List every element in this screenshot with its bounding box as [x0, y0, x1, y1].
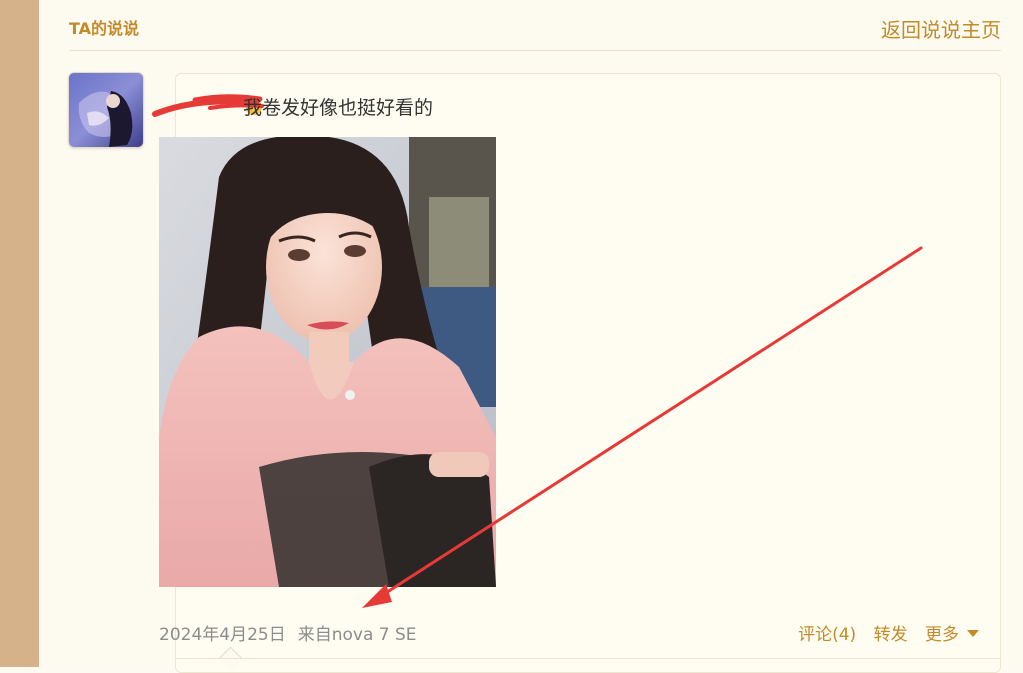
post-source-device: 来自nova 7 SE [297, 625, 417, 645]
post-meta: 2024年4月25日 来自nova 7 SE [159, 620, 417, 645]
avatar[interactable] [69, 73, 143, 147]
post-text: 我卷发好像也挺好看的 [243, 97, 434, 119]
post-date: 2024年4月25日 [159, 625, 286, 645]
page-header: TA的说说 返回说说主页 [69, 14, 1001, 51]
comment-divider [176, 658, 1000, 659]
post-photo[interactable] [159, 137, 496, 587]
left-sidebar-strip [0, 0, 39, 667]
more-label: 更多 [925, 625, 959, 645]
page-title: TA的说说 [69, 19, 140, 38]
comment-button[interactable]: 评论(4) [798, 625, 856, 645]
repost-button[interactable]: 转发 [874, 625, 908, 645]
back-to-shuoshuo-home-link[interactable]: 返回说说主页 [881, 14, 1001, 43]
caret-down-icon [967, 630, 979, 637]
post-actions: 评论(4) 转发 更多 [798, 620, 979, 645]
more-button[interactable]: 更多 [925, 625, 979, 645]
